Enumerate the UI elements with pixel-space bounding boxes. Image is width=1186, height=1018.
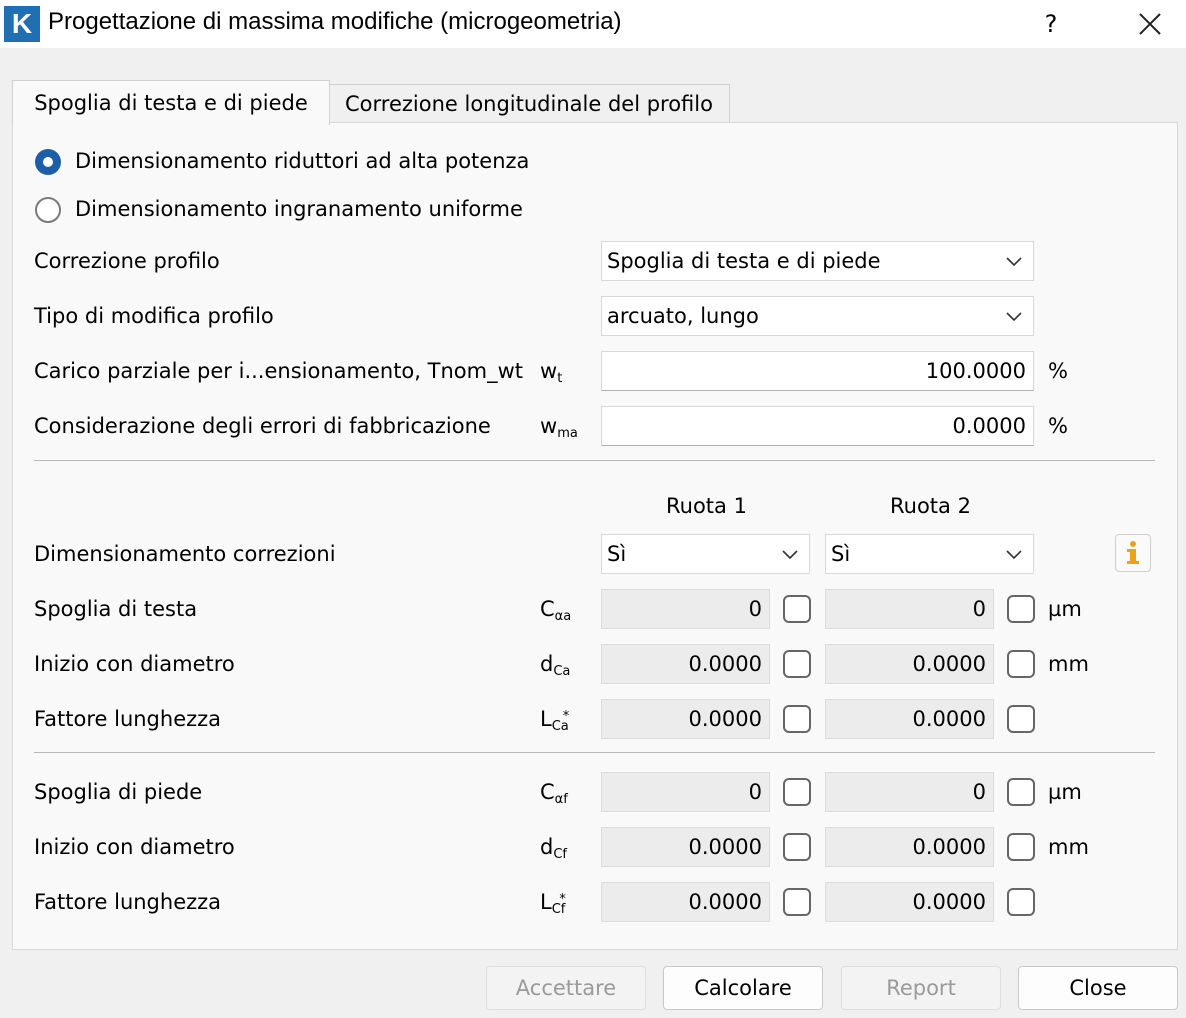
chevron-down-icon [1006, 257, 1022, 267]
dimensionamento-ruota1-select[interactable]: Sì [601, 534, 810, 574]
fattore-lunghezza-testa-ruota2-input[interactable]: 0.0000 [825, 699, 994, 739]
inizio-diametro-testa-label: Inizio con diametro [34, 652, 235, 676]
carico-parziale-unit: % [1048, 359, 1068, 383]
fattore-lunghezza-piede-label: Fattore lunghezza [34, 890, 222, 914]
correzione-profilo-label: Correzione profilo [34, 249, 220, 273]
inizio-diametro-piede-ruota2-checkbox[interactable] [1007, 833, 1035, 861]
help-button[interactable]: ? [1034, 4, 1068, 44]
window-title: Progettazione di massima modifiche (micr… [48, 8, 622, 35]
report-button[interactable]: Report [841, 966, 1001, 1010]
carico-parziale-label: Carico parziale per i...ensionamento, Tn… [34, 359, 523, 383]
fattore-lunghezza-piede-symbol: LCf* [540, 890, 566, 917]
carico-parziale-input[interactable]: 100.0000 [601, 351, 1034, 391]
spoglia-testa-ruota2-input[interactable]: 0 [825, 589, 994, 629]
spoglia-testa-ruota2-checkbox[interactable] [1007, 595, 1035, 623]
spoglia-testa-label: Spoglia di testa [34, 597, 198, 621]
inizio-diametro-piede-ruota1-input[interactable]: 0.0000 [601, 827, 770, 867]
spoglia-piede-ruota1-input[interactable]: 0 [601, 772, 770, 812]
inizio-diametro-piede-unit: mm [1048, 835, 1089, 859]
fattore-lunghezza-piede-ruota1-checkbox[interactable] [783, 888, 811, 916]
chevron-down-icon [1006, 312, 1022, 322]
info-icon [1127, 541, 1139, 564]
inizio-diametro-piede-ruota2-input[interactable]: 0.0000 [825, 827, 994, 867]
inizio-diametro-piede-label: Inizio con diametro [34, 835, 235, 859]
column-header-ruota1: Ruota 1 [666, 494, 747, 518]
inizio-diametro-testa-ruota2-input[interactable]: 0.0000 [825, 644, 994, 684]
spoglia-piede-ruota1-checkbox[interactable] [783, 778, 811, 806]
calculate-button[interactable]: Calcolare [663, 966, 823, 1010]
dimensionamento-correzioni-label: Dimensionamento correzioni [34, 542, 336, 566]
inizio-diametro-testa-ruota1-input[interactable]: 0.0000 [601, 644, 770, 684]
app-logo-icon: K [4, 6, 40, 42]
inizio-diametro-testa-unit: mm [1048, 652, 1089, 676]
correzione-profilo-select[interactable]: Spoglia di testa e di piede [601, 241, 1034, 281]
inizio-diametro-piede-ruota1-checkbox[interactable] [783, 833, 811, 861]
spoglia-piede-label: Spoglia di piede [34, 780, 203, 804]
spoglia-testa-symbol: Cαa [540, 597, 572, 624]
radio-alta-potenza-label[interactable]: Dimensionamento riduttori ad alta potenz… [75, 149, 529, 173]
fattore-lunghezza-piede-ruota2-input[interactable]: 0.0000 [825, 882, 994, 922]
separator [34, 752, 1155, 753]
fattore-lunghezza-testa-ruota1-checkbox[interactable] [783, 705, 811, 733]
accept-button[interactable]: Accettare [486, 966, 646, 1010]
errori-fabbricazione-symbol: wma [540, 414, 578, 441]
carico-parziale-symbol: wt [540, 359, 563, 386]
chevron-down-icon [782, 550, 798, 560]
radio-ingranamento-uniforme[interactable] [35, 197, 61, 223]
spoglia-piede-ruota2-input[interactable]: 0 [825, 772, 994, 812]
title-bar: K Progettazione di massima modifiche (mi… [0, 0, 1186, 48]
close-icon[interactable] [1130, 4, 1170, 44]
inizio-diametro-piede-symbol: dCf [540, 835, 567, 862]
errori-fabbricazione-input[interactable]: 0.0000 [601, 406, 1034, 446]
column-header-ruota2: Ruota 2 [890, 494, 971, 518]
fattore-lunghezza-piede-ruota1-input[interactable]: 0.0000 [601, 882, 770, 922]
spoglia-piede-unit: µm [1048, 780, 1082, 804]
inizio-diametro-testa-ruota2-checkbox[interactable] [1007, 650, 1035, 678]
inizio-diametro-testa-ruota1-checkbox[interactable] [783, 650, 811, 678]
spoglia-testa-ruota1-input[interactable]: 0 [601, 589, 770, 629]
spoglia-testa-ruota1-checkbox[interactable] [783, 595, 811, 623]
radio-ingranamento-uniforme-label[interactable]: Dimensionamento ingranamento uniforme [75, 197, 523, 221]
tipo-modifica-value: arcuato, lungo [607, 304, 759, 328]
chevron-down-icon [1006, 550, 1022, 560]
fattore-lunghezza-testa-ruota2-checkbox[interactable] [1007, 705, 1035, 733]
inizio-diametro-testa-symbol: dCa [540, 652, 571, 679]
fattore-lunghezza-testa-label: Fattore lunghezza [34, 707, 222, 731]
spoglia-testa-unit: µm [1048, 597, 1082, 621]
fattore-lunghezza-testa-ruota1-input[interactable]: 0.0000 [601, 699, 770, 739]
spoglia-piede-ruota2-checkbox[interactable] [1007, 778, 1035, 806]
tipo-modifica-select[interactable]: arcuato, lungo [601, 296, 1034, 336]
dimensionamento-ruota2-select[interactable]: Sì [825, 534, 1034, 574]
tab-correzione-longitudinale[interactable]: Correzione longitudinale del profilo [328, 84, 730, 123]
correzione-profilo-value: Spoglia di testa e di piede [607, 249, 881, 273]
separator [34, 460, 1155, 461]
fattore-lunghezza-piede-ruota2-checkbox[interactable] [1007, 888, 1035, 916]
tab-spoglia[interactable]: Spoglia di testa e di piede [12, 80, 330, 125]
dimensionamento-ruota1-value: Sì [607, 542, 627, 566]
radio-alta-potenza[interactable] [35, 149, 61, 175]
errori-fabbricazione-label: Considerazione degli errori di fabbricaz… [34, 414, 491, 438]
info-button[interactable] [1115, 534, 1151, 572]
dimensionamento-ruota2-value: Sì [831, 542, 851, 566]
fattore-lunghezza-testa-symbol: LCa* [540, 707, 570, 734]
close-button[interactable]: Close [1018, 966, 1178, 1010]
errori-fabbricazione-unit: % [1048, 414, 1068, 438]
spoglia-piede-symbol: Cαf [540, 780, 568, 807]
tipo-modifica-label: Tipo di modifica profilo [34, 304, 274, 328]
